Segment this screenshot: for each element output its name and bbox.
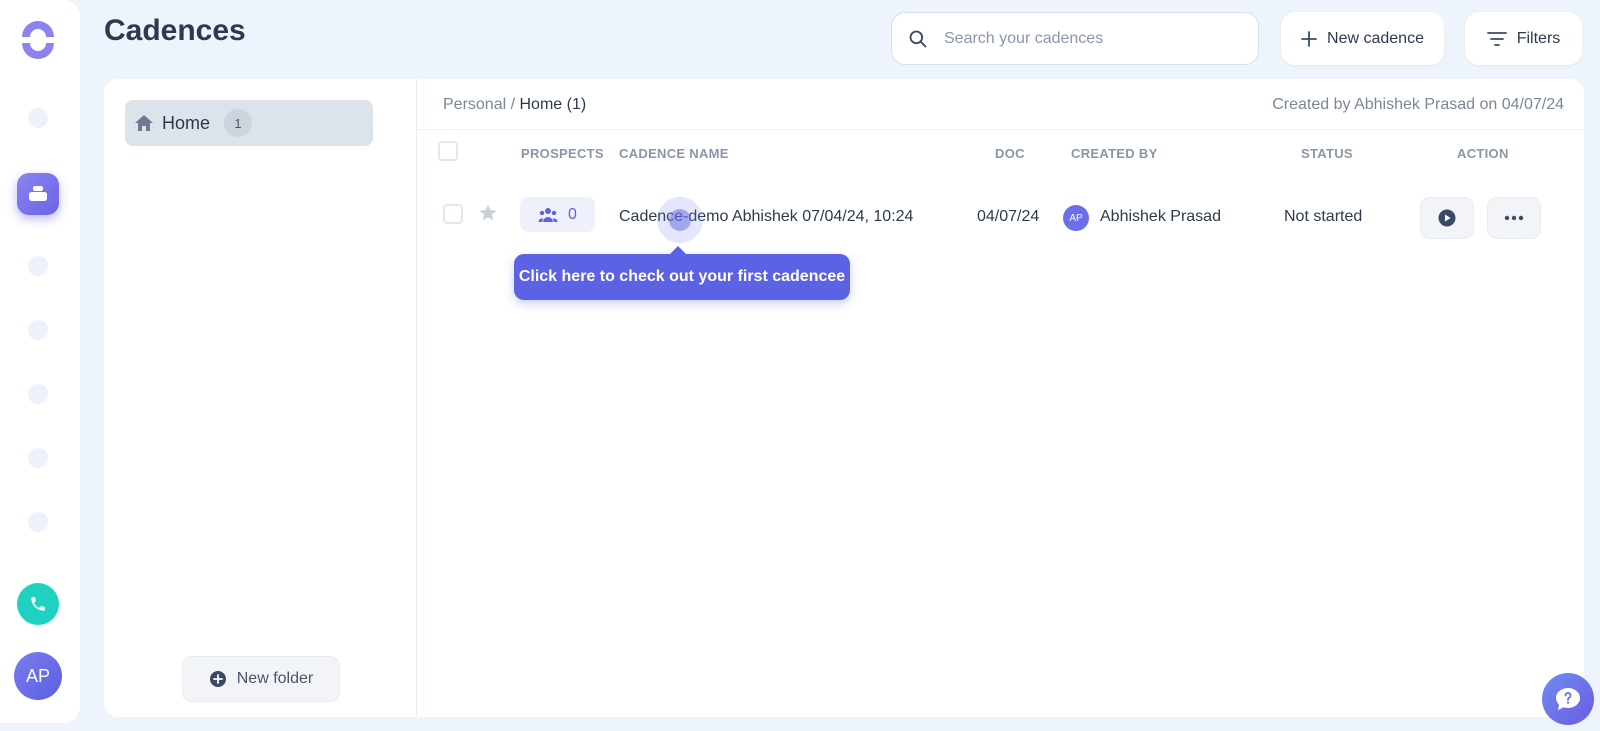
search-input[interactable] xyxy=(944,29,1234,48)
rail-nav-cadences[interactable] xyxy=(17,173,59,215)
ellipsis-icon xyxy=(1504,215,1524,221)
home-icon xyxy=(135,115,153,131)
phone-icon xyxy=(31,597,45,611)
more-options-button[interactable] xyxy=(1487,197,1541,239)
rail-nav-item[interactable] xyxy=(28,108,48,128)
filters-label: Filters xyxy=(1516,29,1561,47)
created-info: Created by Abhishek Prasad on 04/07/24 xyxy=(1272,96,1564,113)
new-cadence-label: New cadence xyxy=(1327,29,1424,47)
column-header-action: ACTION xyxy=(1457,146,1509,161)
breadcrumb: Personal / Home (1) xyxy=(443,96,586,114)
play-icon xyxy=(1438,209,1456,227)
add-circle-icon xyxy=(209,671,226,687)
column-header-cadence-name[interactable]: CADENCE NAME xyxy=(619,146,729,161)
row-checkbox[interactable] xyxy=(443,204,463,224)
help-chat-button[interactable] xyxy=(1542,673,1594,725)
rail-nav-item[interactable] xyxy=(28,320,48,340)
rail-nav-item[interactable] xyxy=(28,512,48,532)
column-header-prospects[interactable]: PROSPECTS xyxy=(521,146,604,161)
rail-nav-item[interactable] xyxy=(28,448,48,468)
breadcrumb-parent[interactable]: Personal / xyxy=(443,96,515,113)
start-cadence-button[interactable] xyxy=(1420,197,1474,239)
plus-icon xyxy=(1301,30,1317,47)
prospects-count: 0 xyxy=(568,205,577,223)
select-all-checkbox[interactable] xyxy=(438,141,458,161)
page-title: Cadences xyxy=(104,14,246,47)
user-avatar[interactable]: AP xyxy=(14,652,62,700)
left-rail: AP xyxy=(0,0,80,723)
status-text: Not started xyxy=(1284,208,1363,225)
column-header-doc[interactable]: DOC xyxy=(995,146,1025,161)
folder-label: Home xyxy=(162,112,211,133)
divider xyxy=(417,129,1584,130)
folder-sidebar: Home 1 New folder xyxy=(104,79,417,717)
filter-icon xyxy=(1486,31,1507,46)
cadence-icon xyxy=(29,186,47,201)
cadence-list: Personal / Home (1) Created by Abhishek … xyxy=(417,79,1584,717)
phone-button[interactable] xyxy=(17,583,59,625)
onboarding-tooltip[interactable]: Click here to check out your first caden… xyxy=(514,246,850,300)
rail-nav-item[interactable] xyxy=(28,384,48,404)
creator-avatar: AP xyxy=(1063,205,1089,231)
main-panel: Home 1 New folder Personal / Home (1) Cr… xyxy=(104,79,1584,717)
tour-hotspot[interactable] xyxy=(657,197,703,243)
users-icon xyxy=(538,207,558,222)
column-header-status[interactable]: STATUS xyxy=(1301,146,1353,161)
prospects-count-button[interactable]: 0 xyxy=(520,197,595,232)
breadcrumb-current: Home (1) xyxy=(519,96,587,113)
new-cadence-button[interactable]: New cadence xyxy=(1281,12,1444,65)
help-chat-icon xyxy=(1556,688,1580,710)
folder-count-badge: 1 xyxy=(224,109,253,137)
search-box[interactable] xyxy=(891,12,1259,65)
folder-item-home[interactable]: Home 1 xyxy=(125,100,373,146)
new-folder-button[interactable]: New folder xyxy=(182,656,340,702)
doc-date: 04/07/24 xyxy=(977,208,1040,225)
logo-icon[interactable] xyxy=(18,20,58,60)
new-folder-label: New folder xyxy=(236,670,314,687)
star-icon[interactable] xyxy=(478,203,498,223)
rail-nav-item[interactable] xyxy=(28,256,48,276)
creator-name: Abhishek Prasad xyxy=(1100,208,1221,225)
filters-button[interactable]: Filters xyxy=(1465,12,1582,65)
search-icon xyxy=(909,30,927,47)
column-header-created-by[interactable]: CREATED BY xyxy=(1071,146,1158,161)
